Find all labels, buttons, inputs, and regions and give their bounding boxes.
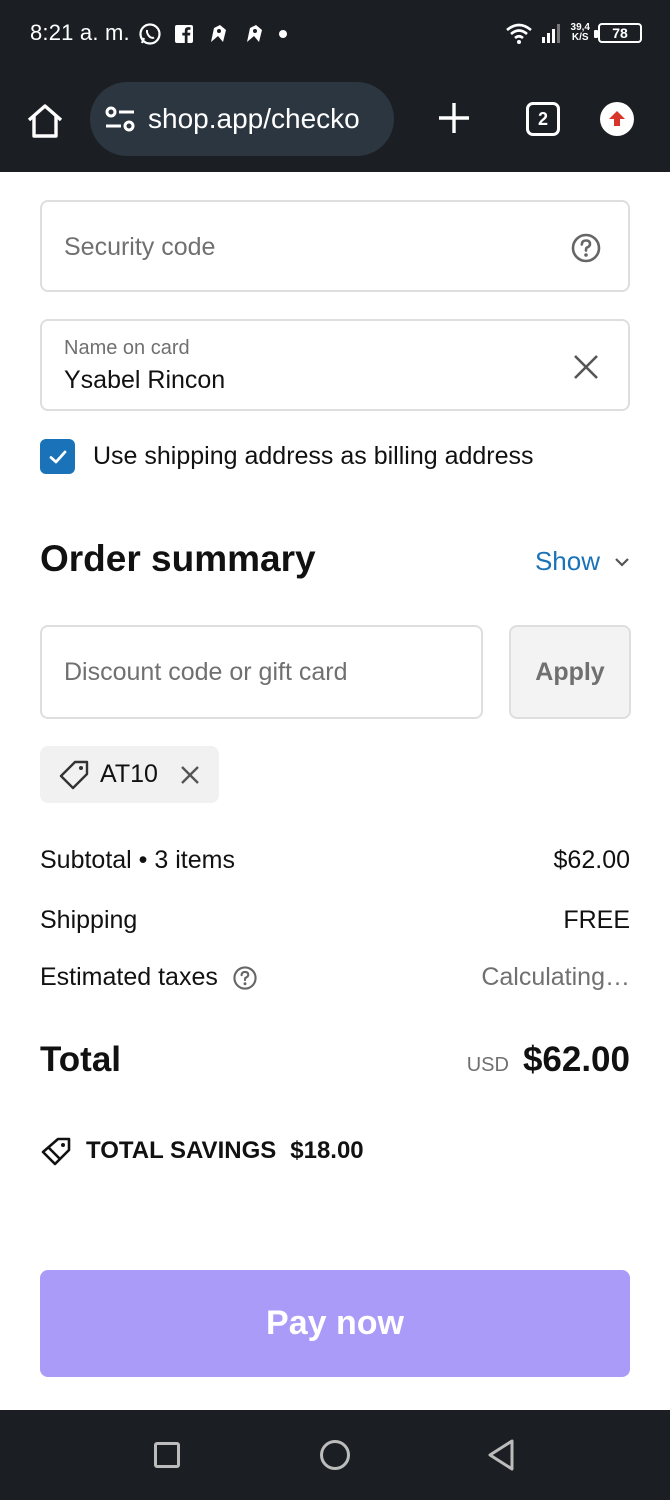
- subtotal-value: $62.00: [553, 846, 630, 874]
- url-text: shop.app/checko: [148, 103, 360, 134]
- pay-now-button[interactable]: Pay now: [40, 1270, 630, 1377]
- billing-address-checkbox[interactable]: [40, 439, 75, 474]
- show-summary-label: Show: [534, 546, 600, 576]
- status-time: 8:21 a. m.: [30, 20, 130, 45]
- signal-icon: [541, 24, 560, 43]
- status-bar: 8:21 a. m. 39,4 K/S 78: [0, 0, 670, 68]
- applied-discount-chip: AT10: [40, 746, 219, 803]
- checkmark-icon: [49, 450, 66, 463]
- security-code-placeholder: Security code: [64, 233, 216, 261]
- total-savings-value: $18.00: [290, 1137, 364, 1164]
- status-system-icons: 39,4 K/S 78: [505, 18, 642, 48]
- discount-tag-icon: [41, 1137, 71, 1166]
- total-savings-row: TOTAL SAVINGS $18.00: [40, 1135, 364, 1167]
- top-chrome: 8:21 a. m. 39,4 K/S 78 shop.app/checko 2: [0, 0, 670, 172]
- network-speed-unit: K/S: [571, 32, 589, 43]
- checkout-page: Security code Name on card Ysabel Rincon…: [0, 172, 670, 1410]
- show-summary-toggle[interactable]: Show: [535, 546, 630, 577]
- total-amount-group: USD $62.00: [467, 1040, 630, 1080]
- battery-icon: 78: [594, 23, 642, 43]
- taxes-label: Estimated taxes: [40, 963, 218, 991]
- wifi-icon: [505, 23, 532, 44]
- apply-discount-button[interactable]: Apply: [509, 625, 631, 719]
- name-on-card-label: Name on card: [64, 337, 190, 359]
- app-notification-icon: [211, 25, 226, 42]
- total-savings-label: TOTAL SAVINGS: [86, 1137, 277, 1164]
- clear-icon[interactable]: [570, 351, 602, 383]
- shipping-row: Shipping FREE: [40, 906, 630, 935]
- discount-code-placeholder: Discount code or gift card: [64, 658, 348, 686]
- status-notification-icons: [138, 20, 288, 48]
- shipping-value: FREE: [563, 906, 630, 934]
- address-bar[interactable]: shop.app/checko: [90, 82, 394, 156]
- name-on-card-field[interactable]: Name on card Ysabel Rincon: [40, 319, 630, 411]
- home-icon[interactable]: [24, 100, 66, 142]
- total-row: Total USD $62.00: [40, 1040, 630, 1080]
- help-icon[interactable]: [232, 965, 258, 991]
- chevron-down-icon: [615, 557, 629, 567]
- home-button[interactable]: [320, 1440, 350, 1470]
- battery-level: 78: [612, 25, 628, 41]
- more-notifications-dot-icon: [279, 30, 287, 38]
- browser-toolbar: shop.app/checko 2: [0, 68, 670, 172]
- system-navigation-bar: [0, 1410, 670, 1500]
- network-speed: 39,4 K/S: [571, 23, 590, 43]
- billing-address-label: Use shipping address as billing address: [93, 442, 534, 470]
- total-label: Total: [40, 1040, 122, 1079]
- recent-apps-button[interactable]: [154, 1442, 180, 1468]
- whatsapp-icon: [139, 23, 161, 45]
- name-on-card-value: Ysabel Rincon: [64, 366, 226, 394]
- update-available-icon[interactable]: [600, 102, 634, 136]
- new-tab-icon[interactable]: [436, 100, 472, 136]
- help-icon[interactable]: [570, 232, 602, 264]
- tag-icon: [59, 760, 89, 789]
- shipping-label: Shipping: [40, 906, 138, 934]
- back-icon[interactable]: [486, 1438, 516, 1472]
- site-settings-icon[interactable]: [102, 101, 138, 137]
- taxes-row: Estimated taxes Calculating…: [40, 963, 630, 992]
- applied-discount-code: AT10: [100, 760, 158, 788]
- facebook-icon: [175, 25, 193, 43]
- discount-code-input[interactable]: Discount code or gift card: [40, 625, 483, 719]
- arrow-up-icon: [609, 111, 625, 126]
- billing-address-option[interactable]: Use shipping address as billing address: [40, 439, 534, 474]
- app-notification-icon-2: [247, 25, 262, 42]
- taxes-value: Calculating…: [481, 963, 630, 991]
- subtotal-label: Subtotal • 3 items: [40, 846, 235, 874]
- order-summary-heading: Order summary: [40, 538, 316, 579]
- subtotal-row: Subtotal • 3 items $62.00: [40, 846, 630, 875]
- remove-discount-icon[interactable]: [178, 763, 202, 787]
- tab-switcher-button[interactable]: 2: [526, 102, 560, 136]
- taxes-label-group: Estimated taxes: [40, 963, 258, 992]
- security-code-field[interactable]: Security code: [40, 200, 630, 292]
- total-amount: $62.00: [522, 1040, 630, 1079]
- currency-code: USD: [466, 1054, 509, 1076]
